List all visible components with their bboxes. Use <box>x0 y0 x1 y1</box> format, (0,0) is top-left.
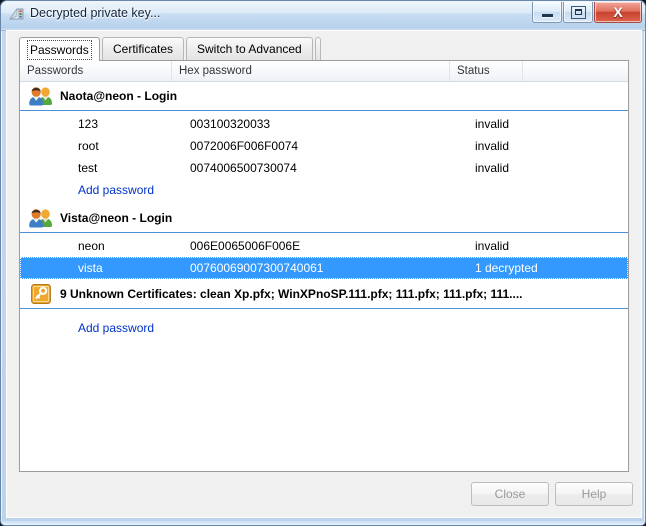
users-icon <box>26 85 56 107</box>
add-password-link[interactable]: Add password <box>78 179 154 201</box>
close-dialog-button[interactable]: Close <box>471 482 549 506</box>
column-header-extra[interactable] <box>523 61 628 81</box>
cell-hex: 0074006500730074 <box>190 157 460 179</box>
minimize-button[interactable] <box>532 2 562 23</box>
add-password-link[interactable]: Add password <box>78 317 154 339</box>
cell-status: 1 decrypted <box>475 257 575 279</box>
group-label: Vista@neon - Login <box>60 211 172 225</box>
cell-hex: 0072006F006F0074 <box>190 135 460 157</box>
group-header-row[interactable]: 9 Unknown Certificates: clean Xp.pfx; Wi… <box>20 280 628 308</box>
cell-status: invalid <box>475 235 575 257</box>
cell-password: root <box>78 135 190 157</box>
list-column-headers: Passwords Hex password Status <box>20 61 628 82</box>
list-body: Naota@neon - Login 123 003100320033 inva… <box>20 82 628 472</box>
users-icon <box>26 207 56 229</box>
dialog-button-bar: Close Help <box>7 473 641 517</box>
close-button[interactable]: X <box>594 2 642 23</box>
tab-passwords-label: Passwords <box>30 43 89 57</box>
table-row[interactable]: neon 006E0065006F006E invalid <box>20 235 628 257</box>
cell-status: invalid <box>475 135 575 157</box>
add-password-row[interactable]: Add password <box>20 179 628 201</box>
tab-passwords[interactable]: Passwords <box>19 37 100 61</box>
group-header-row[interactable]: Naota@neon - Login <box>20 82 628 110</box>
column-header-passwords[interactable]: Passwords <box>20 61 172 81</box>
cell-hex: 003100320033 <box>190 113 460 135</box>
window-bottom-edge <box>1 521 646 525</box>
window-title: Decrypted private key... <box>30 6 160 20</box>
group-separator <box>20 308 628 309</box>
table-row[interactable]: 123 003100320033 invalid <box>20 113 628 135</box>
table-row[interactable]: test 0074006500730074 invalid <box>20 157 628 179</box>
tab-switch-to-advanced-label: Switch to Advanced <box>197 42 302 56</box>
cell-password: test <box>78 157 190 179</box>
tab-switch-to-advanced[interactable]: Switch to Advanced <box>186 37 313 60</box>
client-area: Passwords Certificates Switch to Advance… <box>6 30 642 518</box>
application-window: Decrypted private key... X Passwords Cer… <box>0 0 646 526</box>
password-list-panel[interactable]: Passwords Hex password Status <box>19 60 629 472</box>
close-icon: X <box>613 5 622 19</box>
column-header-hex-password[interactable]: Hex password <box>172 61 450 81</box>
help-button[interactable]: Help <box>555 482 633 506</box>
window-controls: X <box>531 2 642 24</box>
table-row[interactable]: root 0072006F006F0074 invalid <box>20 135 628 157</box>
group-label: 9 Unknown Certificates: clean Xp.pfx; Wi… <box>60 287 523 301</box>
cell-password: 123 <box>78 113 190 135</box>
tab-filler <box>315 37 321 60</box>
tab-certificates-label: Certificates <box>113 42 173 56</box>
cell-password: vista <box>78 257 190 279</box>
group-separator <box>20 110 628 111</box>
cell-status: invalid <box>475 113 575 135</box>
minimize-icon <box>542 14 553 17</box>
cell-hex: 00760069007300740061 <box>190 257 460 279</box>
maximize-button[interactable] <box>563 2 593 23</box>
cell-status: invalid <box>475 157 575 179</box>
group-label: Naota@neon - Login <box>60 89 177 103</box>
title-bar[interactable]: Decrypted private key... X <box>1 1 646 31</box>
tab-certificates[interactable]: Certificates <box>102 37 184 60</box>
cell-hex: 006E0065006F006E <box>190 235 460 257</box>
tab-strip: Passwords Certificates Switch to Advance… <box>19 37 629 61</box>
key-icon <box>26 284 56 304</box>
cell-password: neon <box>78 235 190 257</box>
group-header-row[interactable]: Vista@neon - Login <box>20 204 628 232</box>
decrypted-key-document-icon <box>8 7 25 24</box>
column-header-status[interactable]: Status <box>450 61 523 81</box>
table-row-selected[interactable]: vista 00760069007300740061 1 decrypted <box>20 257 628 279</box>
add-password-row[interactable]: Add password <box>20 317 628 339</box>
group-separator <box>20 232 628 233</box>
maximize-icon <box>571 6 586 19</box>
